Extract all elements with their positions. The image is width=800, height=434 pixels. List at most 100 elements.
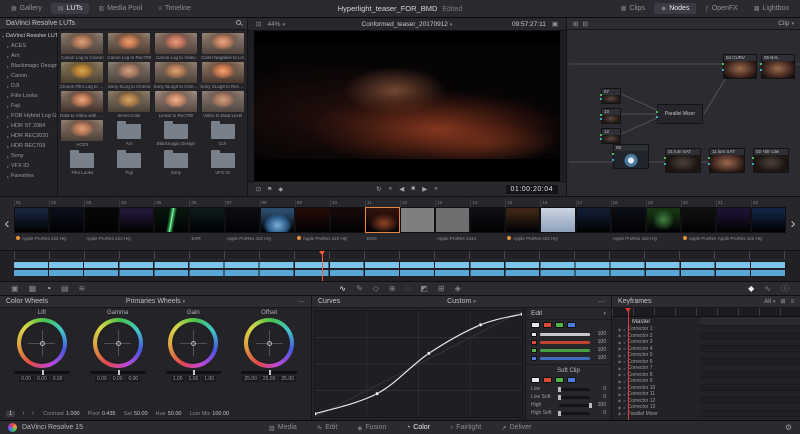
keyframe-diamond-icon[interactable]: ◆ bbox=[618, 385, 621, 390]
previous-clip-icon[interactable]: « bbox=[389, 185, 393, 193]
wheel-offset[interactable]: Offset 25.00 25.00 25.00 bbox=[231, 309, 307, 410]
keyframe-lane[interactable] bbox=[700, 410, 800, 417]
timeline-clip-13[interactable] bbox=[435, 207, 471, 233]
chevron-down-icon[interactable]: ▾ bbox=[603, 311, 606, 317]
timeline-clip-22[interactable] bbox=[750, 207, 787, 233]
keyframe-diamond-icon[interactable]: ◆ bbox=[618, 353, 621, 358]
node-zoom-in-icon[interactable]: ⊞ bbox=[573, 20, 578, 28]
lut-tree-for-hybrid-log-gamma[interactable]: ▸FOR Hybrid Log Gamma bbox=[0, 111, 57, 121]
search-icon[interactable] bbox=[236, 20, 241, 25]
node-parallel-mixer[interactable]: Parallel Mixer bbox=[656, 104, 703, 124]
lut-item-canon-log-to-video[interactable]: Canon Log to Video bbox=[153, 32, 200, 61]
keyframe-row-parallel-mixer[interactable]: ◆ ● Parallel Mixer bbox=[612, 410, 800, 417]
lut-tree-sony[interactable]: ▸ Sony bbox=[0, 151, 57, 161]
keyframes-icon[interactable]: ◆ bbox=[743, 282, 759, 296]
key-icon[interactable]: ◩ bbox=[415, 282, 433, 296]
lut-item-cineon-film-log-to-lin[interactable]: Cineon Film Log to Lin bbox=[59, 61, 106, 90]
curve-control-point[interactable] bbox=[315, 411, 317, 416]
panel-tab-openfx[interactable]: ƒ OpenFX bbox=[698, 3, 744, 14]
lut-subfolder-film-looks[interactable]: Film Looks bbox=[59, 148, 106, 176]
track-enable-icon[interactable]: ● bbox=[623, 346, 625, 351]
tracker-icon[interactable]: ⊕ bbox=[384, 282, 401, 296]
curves-mode-select[interactable]: Custom ▾ bbox=[447, 298, 476, 305]
curves-icon[interactable]: ∿ bbox=[334, 282, 351, 296]
curve-channel-y[interactable]: 100 bbox=[526, 330, 611, 338]
lut-tree-arri[interactable]: ▸ Arri bbox=[0, 51, 57, 61]
node-07[interactable]: 07 bbox=[600, 88, 621, 104]
lut-tree-hdr-rec2020[interactable]: ▸ HDR REC2020 bbox=[0, 131, 57, 141]
lut-tree-blackmagic-design[interactable]: ▸ Blackmagic Design bbox=[0, 61, 57, 71]
track-enable-icon[interactable]: ● bbox=[623, 340, 625, 345]
wheel-page-badge[interactable]: 1 bbox=[6, 410, 16, 417]
track-enable-icon[interactable]: ● bbox=[623, 379, 625, 384]
expand-viewer-icon[interactable]: ▣ bbox=[552, 20, 558, 28]
lut-tree-aces[interactable]: ▸ ACES bbox=[0, 41, 57, 51]
timeline-clip-03[interactable] bbox=[84, 207, 120, 233]
track-enable-icon[interactable]: ● bbox=[623, 405, 625, 410]
keyframe-diamond-icon[interactable]: ◆ bbox=[618, 379, 621, 384]
soft-clip-high[interactable]: High 100 bbox=[526, 401, 611, 409]
flag-icon[interactable]: ⚑ bbox=[267, 186, 272, 193]
loop-icon[interactable]: ↻ bbox=[376, 185, 381, 193]
marker-icon[interactable]: ◆ bbox=[278, 186, 283, 193]
page-media[interactable]: ▥ Media bbox=[269, 424, 297, 432]
wheels-options-icon[interactable]: ⋯ bbox=[298, 298, 305, 306]
lut-item-canon-log-to-rec709[interactable]: Canon Log to Rec709 bbox=[106, 32, 153, 61]
track-enable-icon[interactable]: ● bbox=[623, 353, 625, 358]
single-clip-icon[interactable]: ⊡ bbox=[256, 20, 261, 28]
keyframe-diamond-icon[interactable]: ◆ bbox=[618, 327, 621, 332]
lut-item-video-to-data-level[interactable]: Video to Data Level bbox=[199, 90, 246, 119]
soft-clip-chip-g[interactable] bbox=[555, 377, 564, 383]
grab-still-icon[interactable]: ⊡ bbox=[256, 186, 261, 193]
panel-tab-nodes[interactable]: ◉ Nodes bbox=[653, 3, 697, 14]
page-fairlight[interactable]: ♪ Fairlight bbox=[450, 424, 481, 432]
sizing-icon[interactable]: ⊞ bbox=[433, 282, 450, 296]
page-fusion[interactable]: ◈ Fusion bbox=[357, 424, 386, 432]
play-reverse-icon[interactable]: ◀ bbox=[399, 185, 404, 193]
timeline-clip-07[interactable] bbox=[224, 207, 260, 233]
motion-effects-icon[interactable]: ≋ bbox=[74, 284, 91, 293]
lut-tree-dji[interactable]: ▸ DJI bbox=[0, 81, 57, 91]
panel-tab-timeline[interactable]: ≡ Timeline bbox=[151, 3, 198, 14]
timeline-clip-09[interactable] bbox=[294, 207, 330, 233]
audio-track-bar[interactable] bbox=[14, 270, 786, 276]
viewer-zoom-select[interactable]: 44% ▾ bbox=[267, 21, 285, 28]
node-10[interactable]: 10 bbox=[600, 108, 621, 124]
timeline-clip-20[interactable] bbox=[680, 207, 716, 233]
timeline-clip-05[interactable] bbox=[154, 207, 190, 233]
keyframe-diamond-icon[interactable]: ◆ bbox=[618, 340, 621, 345]
node-view-select[interactable]: Clip ▾ bbox=[778, 20, 794, 27]
wheel-page-prev-icon[interactable]: ‹ bbox=[22, 410, 24, 417]
track-enable-icon[interactable]: ● bbox=[623, 385, 625, 390]
timeline-clip-14[interactable] bbox=[470, 207, 506, 233]
gain-color-ring[interactable] bbox=[168, 318, 219, 368]
soft-clip-high-soft[interactable]: High Soft 0 bbox=[526, 409, 611, 417]
blur-icon[interactable]: ◌ bbox=[401, 282, 416, 296]
page-edit[interactable]: ✎ Edit bbox=[317, 424, 338, 432]
timeline-clip-01[interactable] bbox=[14, 207, 50, 233]
track-enable-icon[interactable]: ● bbox=[623, 327, 625, 332]
channel-chip-g[interactable] bbox=[555, 322, 564, 328]
wheel-page-next-icon[interactable]: › bbox=[32, 410, 34, 417]
node-02[interactable]: 02 +blr cdw bbox=[752, 148, 789, 173]
track-enable-icon[interactable]: ● bbox=[623, 411, 625, 416]
curve-channel-g[interactable]: 100 bbox=[526, 346, 611, 354]
node-05[interactable]: 05 BAL bbox=[760, 54, 795, 79]
timeline-clip-11[interactable] bbox=[364, 207, 401, 233]
power-window-icon[interactable]: ◇ bbox=[368, 282, 384, 296]
channel-chip-b[interactable] bbox=[567, 322, 576, 328]
qualifier-icon[interactable]: ✎ bbox=[351, 282, 368, 296]
lut-tree-fuji[interactable]: ▸ Fuji bbox=[0, 101, 57, 111]
lut-item-linear-to-rec709[interactable]: Linear to Rec709 bbox=[153, 90, 200, 119]
lut-tree-film-looks[interactable]: ▸ Film Looks bbox=[0, 91, 57, 101]
timeline-scroll-right[interactable]: › bbox=[786, 197, 800, 250]
stop-icon[interactable]: ■ bbox=[411, 185, 415, 193]
keyframe-ruler[interactable] bbox=[612, 308, 800, 317]
soft-clip-chip-r[interactable] bbox=[543, 377, 552, 383]
soft-clip-chip-y[interactable] bbox=[531, 377, 540, 383]
keyframe-sort-icon[interactable]: ≡ bbox=[790, 299, 794, 305]
play-icon[interactable]: ▶ bbox=[422, 185, 427, 193]
lut-item-sony-slog-to-cineon[interactable]: Sony SLog to Cineon bbox=[106, 61, 153, 90]
timeline-clip-04[interactable] bbox=[119, 207, 155, 233]
soft-clip-low[interactable]: Low 0 bbox=[526, 385, 611, 393]
